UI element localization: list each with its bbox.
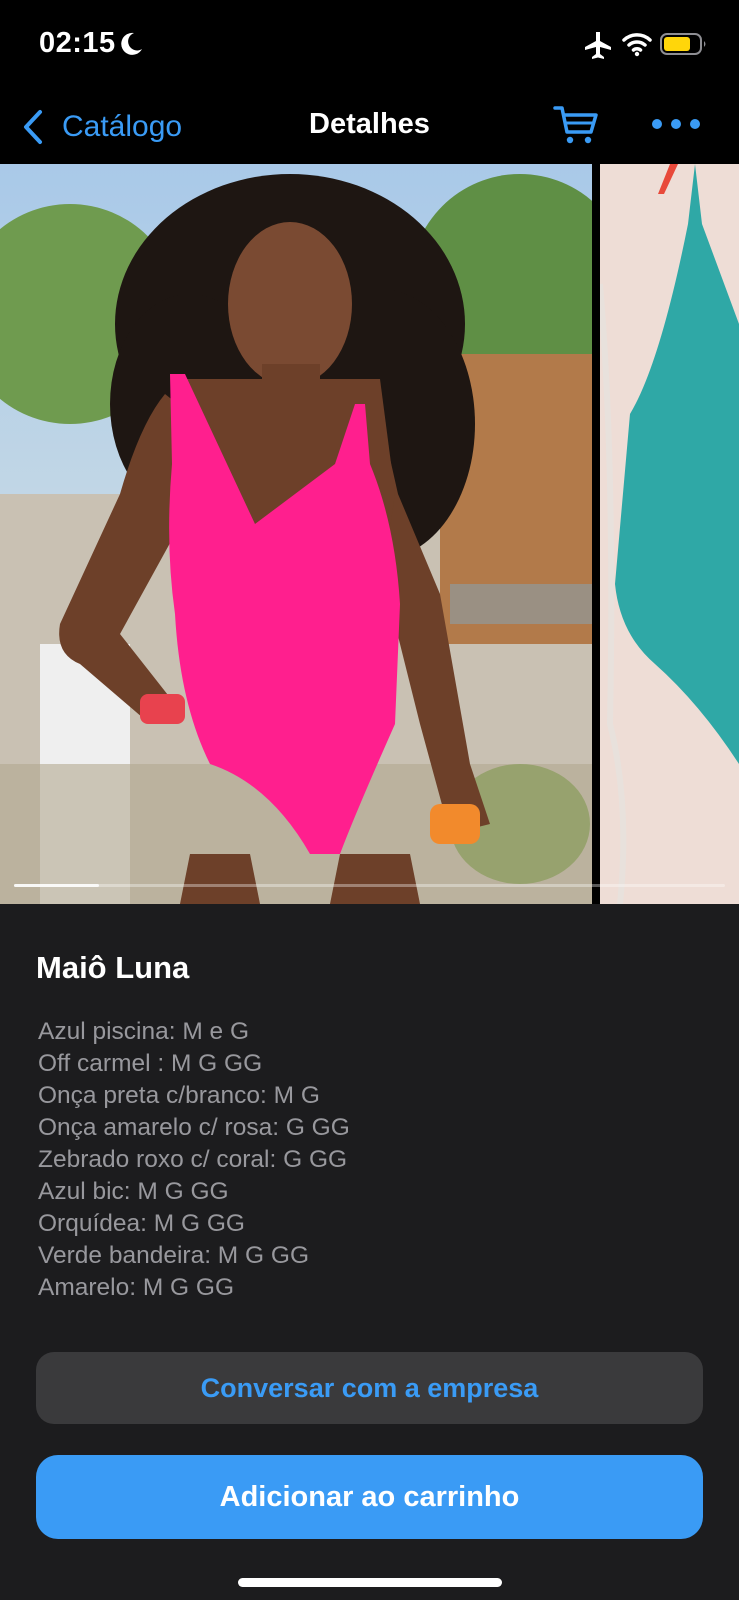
status-bar: 02:15 [0,0,739,90]
variant-item: Zebrado roxo c/ coral: G GG [38,1146,348,1173]
airplane-icon [585,32,611,59]
more-icon [690,119,700,129]
moon-icon [121,32,142,55]
page-title: Detalhes [309,108,430,140]
variant-item: Verde bandeira: M G GG [38,1242,309,1269]
product-image-gallery[interactable] [0,164,739,904]
variant-item: Onça amarelo c/ rosa: G GG [38,1114,350,1141]
navigation-bar: Catálogo Detalhes [0,90,739,164]
battery-icon [660,33,706,55]
teal-swimsuit-photo[interactable] [600,164,739,904]
more-icon [671,119,681,129]
variant-item: Azul bic: M G GG [38,1178,229,1205]
gallery-page-indicator-fill [14,884,100,887]
chat-with-company-button[interactable]: Conversar com a empresa [36,1352,703,1424]
product-title: Maiô Luna [36,950,190,985]
add-to-cart-button[interactable]: Adicionar ao carrinho [36,1455,703,1539]
cart-icon[interactable] [553,102,599,148]
variant-list: Azul piscina: M e G Off carmel : M G GG On… [38,1016,350,1304]
variant-item: Off carmel : M G GG [38,1050,263,1077]
variant-item: Amarelo: M G GG [38,1274,235,1301]
gallery-page-indicator [14,884,725,887]
variant-item: Onça preta c/branco: M G [38,1082,320,1109]
product-detail-screen: 02:15 Catálogo Detalhes Maiô Luna Azul p… [0,0,739,1600]
variant-item: Orquídea: M G GG [38,1210,245,1237]
more-icon [652,119,662,129]
model-pink-swimsuit-photo[interactable] [0,164,592,904]
more-button[interactable] [652,108,700,140]
home-indicator [238,1578,502,1587]
wifi-icon [622,33,652,57]
variant-item: Azul piscina: M e G [38,1018,250,1045]
status-time: 02:15 [39,27,116,59]
